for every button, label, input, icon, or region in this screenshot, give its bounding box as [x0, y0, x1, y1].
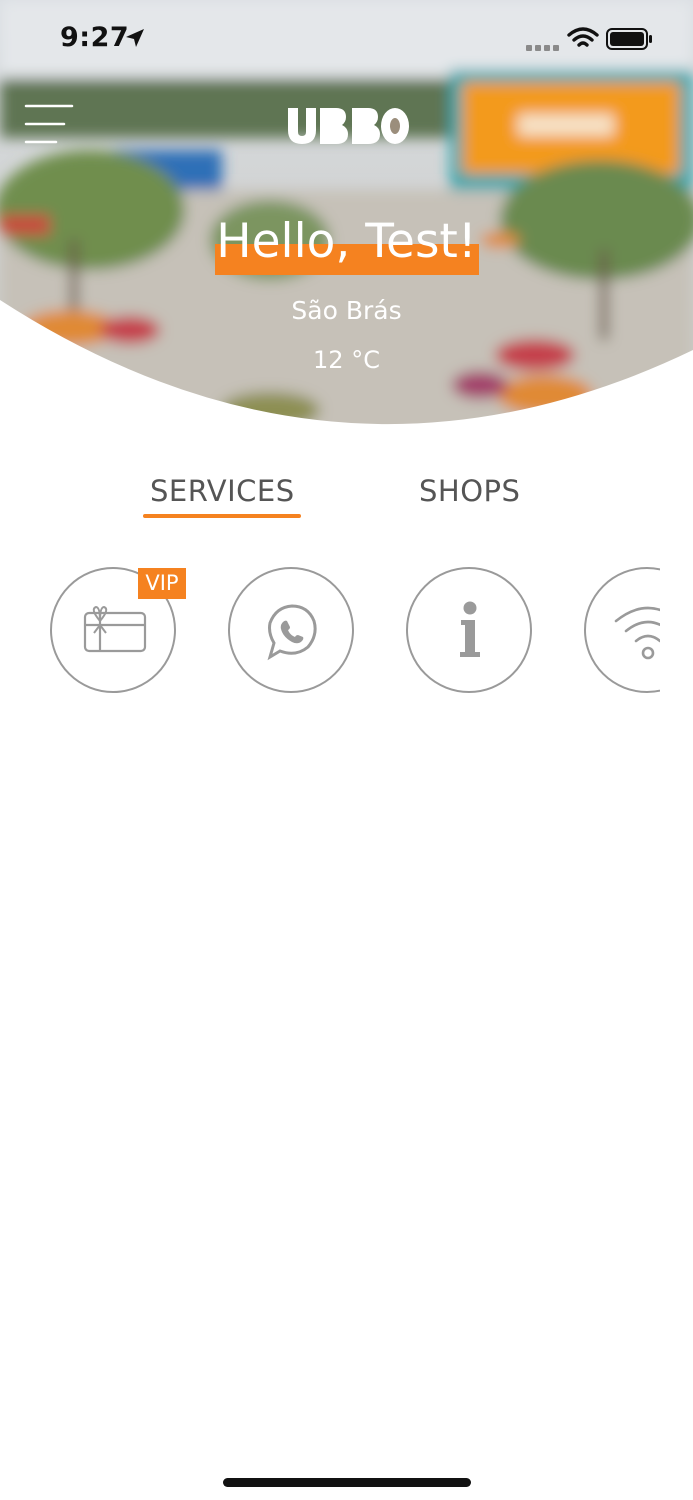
battery-icon [606, 28, 652, 50]
greeting-container: Hello, Test! [0, 214, 693, 269]
services-carousel[interactable] [0, 566, 660, 698]
greeting-text: Hello, Test! [216, 214, 477, 269]
hamburger-menu-icon [24, 104, 74, 144]
service-whatsapp-button[interactable] [228, 567, 354, 693]
service-wifi-button[interactable] [584, 567, 660, 693]
wifi-service-icon [614, 606, 660, 660]
location-label: São Brás [291, 296, 402, 325]
status-time: 9:27 [60, 22, 130, 53]
whatsapp-icon [267, 604, 317, 661]
service-info-button[interactable] [406, 567, 532, 693]
info-icon [460, 601, 480, 657]
location-arrow-icon [126, 29, 144, 47]
active-tab-indicator [143, 514, 301, 518]
signal-icon [526, 45, 559, 51]
vip-badge: VIP [138, 568, 186, 599]
ubbo-logo-mark [288, 108, 409, 144]
tab-services[interactable]: SERVICES [150, 474, 295, 508]
menu-button[interactable] [22, 100, 78, 150]
status-bar: 9:27 [0, 0, 693, 80]
wifi-icon [567, 27, 599, 47]
tab-shops[interactable]: SHOPS [419, 474, 520, 508]
ubbo-logo [286, 106, 410, 146]
home-indicator[interactable] [223, 1478, 471, 1487]
temperature-label: 12 °C [313, 346, 380, 374]
